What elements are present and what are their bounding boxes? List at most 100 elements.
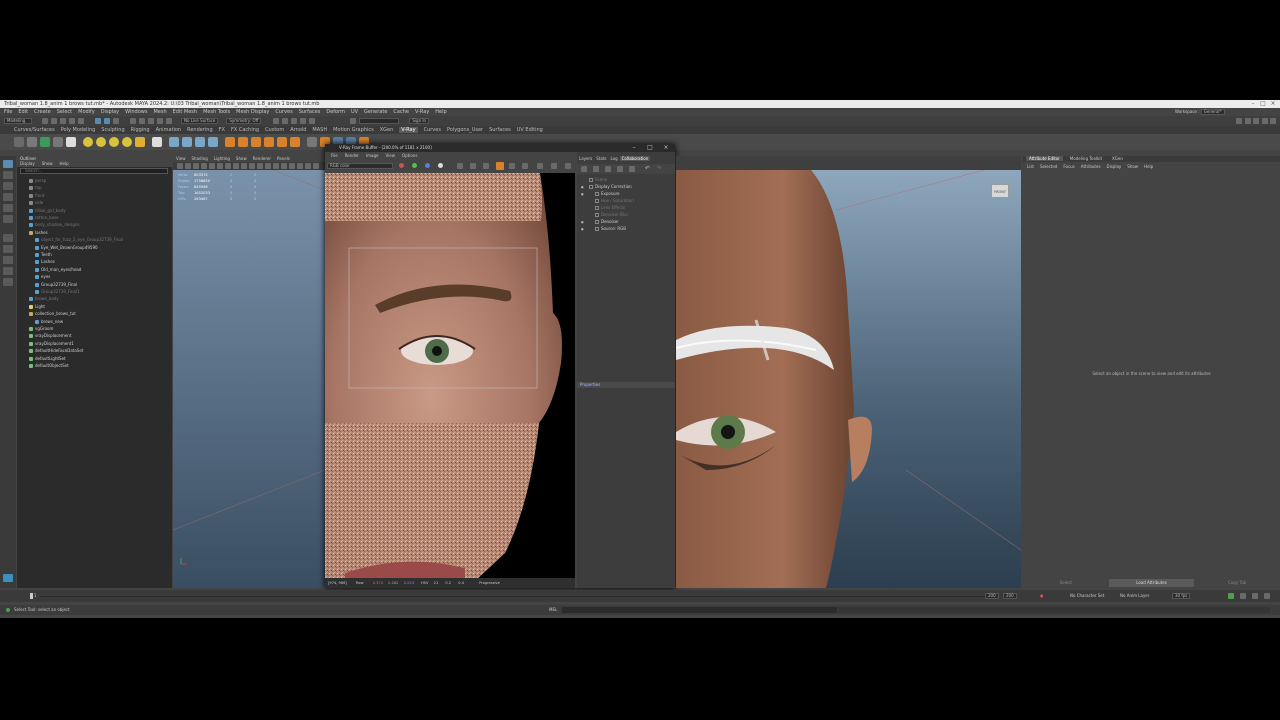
viewport-tool-icon[interactable] [305,163,311,169]
viewport-tool-icon[interactable] [257,163,263,169]
undo-icon[interactable] [69,118,75,124]
track-mouse-icon[interactable] [483,163,489,169]
outliner-menu-help[interactable]: Help [60,161,69,166]
vray-fur-icon[interactable] [195,137,205,147]
start-frame-field[interactable]: 200 [985,593,999,599]
vray-proxy-icon[interactable] [169,137,179,147]
ae-menu-attributes[interactable]: Attributes [1081,164,1101,169]
menu-mesh[interactable]: Mesh [153,109,166,115]
stop-icon[interactable] [565,163,571,169]
viewport-right[interactable]: FRONT [676,170,1021,588]
single-view-icon[interactable] [3,234,13,242]
menu-uv[interactable]: UV [351,109,358,115]
vray-material-icon[interactable] [53,137,63,147]
menu-display[interactable]: Display [101,109,119,115]
side-by-side-icon[interactable] [3,256,13,264]
live-surface-field[interactable]: No Live Surface [181,118,219,124]
snap-grid-icon[interactable] [130,118,136,124]
outliner-item[interactable]: Group32739_Final [35,281,77,288]
preferences-icon[interactable] [1264,593,1270,599]
ae-menu-help[interactable]: Help [1144,164,1153,169]
vray-light-ies-icon[interactable] [122,137,132,147]
delete-layer-icon[interactable] [593,166,599,172]
viewport-tool-icon[interactable] [177,163,183,169]
viewport-tool-icon[interactable] [289,163,295,169]
select-component-icon[interactable] [113,118,119,124]
alpha-channel-icon[interactable] [438,163,443,168]
outliner-menu-display[interactable]: Display [20,161,35,166]
menu-select[interactable]: Select [57,109,72,115]
redo-icon[interactable] [78,118,84,124]
viewport-menu-show[interactable]: Show [236,156,247,161]
lens-effects-icon[interactable] [522,163,528,169]
outliner-item[interactable]: Old_man_eyes/head [35,266,81,273]
render-view-icon[interactable] [309,118,316,124]
vray-enmesh-icon[interactable] [290,137,300,147]
vfb-layer-item[interactable]: ● Source: RGB [581,225,626,232]
menu-file[interactable]: File [4,109,12,115]
anim-layer-dropdown[interactable]: No Anim Layer [1120,590,1149,602]
outliner-item[interactable]: vrayDisplacement [29,332,71,339]
viewport-tool-icon[interactable] [201,163,207,169]
shelf-tab-fx[interactable]: FX [219,127,225,133]
outliner-item[interactable]: vgGroom [29,325,53,332]
four-view-icon[interactable] [3,245,13,253]
attribute-editor-toggle-icon[interactable] [1244,118,1251,124]
layer-list-icon[interactable] [629,166,635,172]
layer-checkbox[interactable] [595,213,599,217]
vray-render-icon[interactable] [14,137,24,147]
viewport-menu-view[interactable]: View [176,156,186,161]
vfb-layer-item[interactable]: ● Exposure [581,190,620,197]
viewport-menu-panels[interactable]: Panels [277,156,290,161]
shelf-tab-custom[interactable]: Custom [265,127,284,133]
outliner-item[interactable]: brows_new [35,318,63,325]
key-icon[interactable] [1228,593,1234,599]
viewport-tool-icon[interactable] [209,163,215,169]
view-cube[interactable]: FRONT [991,184,1009,198]
menu-mesh-display[interactable]: Mesh Display [236,109,269,115]
layer-checkbox[interactable] [595,199,599,203]
shelf-tab-rigging[interactable]: Rigging [131,127,150,133]
symmetry-dropdown[interactable]: Symmetry: Off [226,118,262,124]
save-layers-icon[interactable] [605,166,611,172]
vfb-menu-render[interactable]: Render [345,153,359,158]
vray-light-rect-icon[interactable] [96,137,106,147]
vfb-layer-item[interactable]: Denoiser Blur [581,211,628,218]
outliner-item[interactable]: defaultObjectSet [29,362,69,369]
viewport-menu-shading[interactable]: Shading [192,156,208,161]
outliner-search-input[interactable]: Search... [20,168,168,174]
menu-edit-mesh[interactable]: Edit Mesh [173,109,197,115]
lasso-tool-icon[interactable] [3,171,13,179]
persp-outliner-icon[interactable] [3,278,13,286]
outliner-item[interactable]: Eye_Wet_BrownGroup49590 [35,244,98,251]
shelf-tab-rendering[interactable]: Rendering [187,127,213,133]
vfb-layer-item[interactable]: Scene [581,176,607,183]
red-channel-icon[interactable] [399,163,404,168]
snap-curve-icon[interactable] [139,118,145,124]
shelf-tab-xgen[interactable]: XGen [380,127,394,133]
shelf-tab-arnold[interactable]: Arnold [290,127,306,133]
tool-settings-toggle-icon[interactable] [1253,118,1260,124]
shelf-tab-v-ray[interactable]: V-Ray [399,127,418,133]
range-track[interactable] [40,596,990,597]
region-render-icon[interactable] [496,162,504,170]
vray-sun-icon[interactable] [135,137,145,147]
menu-mesh-tools[interactable]: Mesh Tools [203,109,230,115]
vfb-channel-dropdown[interactable]: RGB color [327,163,393,169]
ae-menu-focus[interactable]: Focus [1063,164,1074,169]
ae-tab-modeling-toolkit[interactable]: Modeling Toolkit [1067,156,1105,161]
snap-point-icon[interactable] [148,118,154,124]
vray-smoke-icon[interactable] [251,137,261,147]
viewport-tool-icon[interactable] [313,163,319,169]
viewport-tool-icon[interactable] [281,163,287,169]
outliner-item[interactable]: object_for_fuzz_2_eye_Group32739_Final [35,236,123,243]
select-tool-icon[interactable] [3,160,13,168]
workspace-dropdown[interactable]: General* [1200,109,1225,115]
menu-generate[interactable]: Generate [364,109,387,115]
shelf-tab-uv-editing[interactable]: UV Editing [517,127,543,133]
viewport-tool-icon[interactable] [241,163,247,169]
outliner-item[interactable]: body_shadow_designs [29,221,80,228]
rotate-tool-icon[interactable] [3,204,13,212]
ae-menu-list[interactable]: List [1027,164,1034,169]
shelf-tab-animation[interactable]: Animation [156,127,182,133]
